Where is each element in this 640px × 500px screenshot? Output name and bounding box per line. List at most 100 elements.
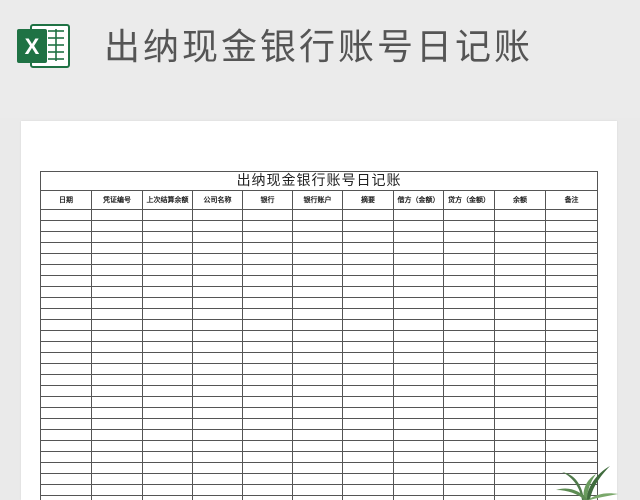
table-cell — [142, 352, 193, 364]
table-cell — [242, 341, 293, 353]
spreadsheet-preview: 出纳现金银行账号日记账 日期 凭证编号 上次结算余额 公司名称 银行 银行账户 … — [21, 121, 617, 500]
table-cell — [544, 264, 599, 276]
table-cell — [494, 275, 546, 287]
table-row — [40, 264, 599, 276]
table-cell — [342, 495, 394, 500]
table-cell — [393, 275, 444, 287]
table-cell — [443, 407, 495, 419]
table-row — [40, 275, 599, 287]
table-cell — [544, 275, 599, 287]
table-cell — [544, 418, 599, 430]
table-cell — [393, 429, 444, 441]
plant-icon — [556, 466, 618, 500]
table-cell — [242, 363, 293, 375]
table-cell — [443, 264, 495, 276]
table-cell — [242, 220, 293, 232]
table-cell — [393, 220, 444, 232]
table-cell — [242, 242, 293, 254]
table-cell — [443, 418, 495, 430]
table-cell — [40, 363, 92, 375]
table-row — [40, 308, 599, 320]
table-cell — [292, 484, 343, 496]
table-cell — [342, 253, 394, 265]
table-cell — [192, 209, 243, 221]
table-row — [40, 396, 599, 408]
table-cell — [544, 220, 599, 232]
excel-icon: X — [17, 24, 70, 68]
table-cell — [40, 418, 92, 430]
table-cell — [443, 297, 495, 309]
table-cell — [292, 319, 343, 331]
table-cell — [342, 352, 394, 364]
table-cell — [242, 484, 293, 496]
table-cell — [342, 418, 394, 430]
table-cell — [142, 374, 193, 386]
table-cell — [494, 407, 546, 419]
table-cell — [40, 473, 92, 485]
table-cell — [292, 330, 343, 342]
table-cell — [192, 396, 243, 408]
table-cell — [494, 385, 546, 397]
table-cell — [91, 220, 143, 232]
table-cell — [544, 253, 599, 265]
table-cell — [40, 341, 92, 353]
table-cell — [393, 407, 444, 419]
table-cell — [192, 275, 243, 287]
table-cell — [192, 473, 243, 485]
table-cell — [40, 440, 92, 452]
table-cell — [242, 330, 293, 342]
table-cell — [292, 242, 343, 254]
table-cell — [192, 264, 243, 276]
column-header: 贷方（金额） — [443, 190, 495, 210]
column-header: 摘要 — [342, 190, 394, 210]
table-cell — [142, 484, 193, 496]
table-cell — [393, 341, 444, 353]
table-cell — [544, 363, 599, 375]
table-cell — [192, 462, 243, 474]
table-cell — [544, 341, 599, 353]
table-cell — [142, 330, 193, 342]
table-cell — [494, 264, 546, 276]
table-cell — [192, 330, 243, 342]
table-cell — [292, 451, 343, 463]
table-cell — [40, 231, 92, 243]
table-cell — [342, 242, 394, 254]
table-cell — [192, 363, 243, 375]
table-cell — [91, 209, 143, 221]
table-cell — [292, 418, 343, 430]
table-cell — [494, 429, 546, 441]
table-cell — [242, 385, 293, 397]
table-cell — [142, 451, 193, 463]
table-cell — [91, 451, 143, 463]
table-cell — [443, 286, 495, 298]
table-cell — [494, 374, 546, 386]
table-cell — [494, 319, 546, 331]
table-cell — [292, 297, 343, 309]
table-cell — [192, 440, 243, 452]
table-cell — [342, 374, 394, 386]
table-cell — [292, 253, 343, 265]
table-cell — [393, 253, 444, 265]
column-header: 银行账户 — [292, 190, 343, 210]
table-cell — [292, 385, 343, 397]
table-cell — [544, 385, 599, 397]
table-cell — [192, 352, 243, 364]
table-cell — [142, 297, 193, 309]
table-cell — [142, 209, 193, 221]
table-cell — [142, 429, 193, 441]
table-cell — [40, 220, 92, 232]
table-cell — [242, 209, 293, 221]
table-cell — [544, 242, 599, 254]
table-cell — [393, 385, 444, 397]
table-cell — [494, 363, 546, 375]
table-cell — [142, 363, 193, 375]
table-cell — [192, 429, 243, 441]
table-cell — [142, 418, 193, 430]
table-cell — [192, 341, 243, 353]
table-cell — [142, 275, 193, 287]
table-cell — [292, 495, 343, 500]
table-cell — [40, 308, 92, 320]
table-cell — [544, 297, 599, 309]
column-header: 银行 — [242, 190, 293, 210]
table-cell — [342, 440, 394, 452]
